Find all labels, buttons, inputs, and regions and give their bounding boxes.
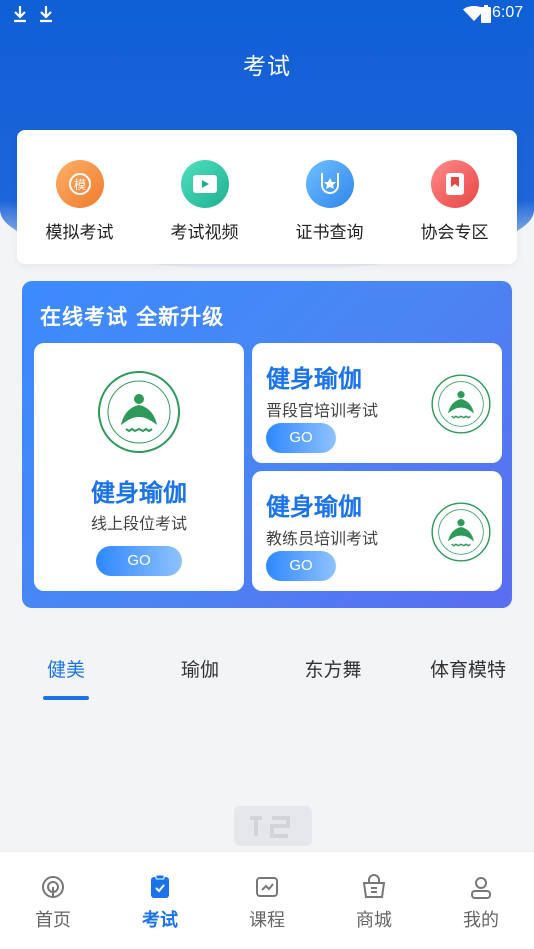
nav-item-shop[interactable]: 商城: [334, 874, 414, 932]
shop-icon: [361, 874, 387, 900]
category-tabs: 健美 瑜伽 东方舞 体育模特: [0, 645, 534, 705]
certificate-icon: [305, 160, 354, 208]
association-logo: [96, 369, 182, 455]
association-logo: [430, 501, 492, 563]
go-button[interactable]: GO: [266, 423, 336, 453]
exam-card-grade-officer[interactable]: 健身瑜伽 晋段官培训考试 GO: [252, 343, 502, 463]
exam-card-subtitle: 晋段官培训考试: [266, 401, 379, 420]
nav-item-course[interactable]: 课程: [227, 874, 307, 932]
tab-sports-model[interactable]: 体育模特: [420, 655, 516, 682]
quick-item-label: 模拟考试: [45, 223, 114, 243]
quick-item-mock-exam[interactable]: 模 模拟考试: [17, 160, 142, 243]
exam-card-subtitle: 教练员培训考试: [266, 529, 379, 548]
nav-item-home[interactable]: 首页: [13, 874, 93, 932]
page-title: 考试: [243, 54, 291, 80]
nav-label: 课程: [249, 910, 285, 931]
nav-label: 我的: [463, 910, 499, 931]
nav-item-profile[interactable]: 我的: [441, 874, 521, 932]
banner-title: 在线考试 全新升级: [40, 305, 225, 329]
quick-item-label: 考试视频: [170, 223, 239, 243]
quick-item-exam-video[interactable]: 考试视频: [142, 160, 267, 243]
online-exam-banner: 在线考试 全新升级 健身瑜伽 线上段位考试 GO 健身瑜伽 晋段官培训考试 GO: [22, 281, 512, 608]
exam-card-subtitle: 线上段位考试: [90, 514, 187, 533]
quick-item-association[interactable]: 协会专区: [392, 160, 517, 243]
nav-label: 首页: [35, 910, 71, 931]
tab-yoga[interactable]: 瑜伽: [170, 655, 230, 682]
tab-fitness[interactable]: 健美: [36, 655, 96, 682]
quick-menu-card: 模 模拟考试 考试视频 证书查询 协会专区: [17, 130, 517, 264]
exam-card-coach[interactable]: 健身瑜伽 教练员培训考试 GO: [252, 471, 502, 591]
mock-exam-icon: 模: [55, 160, 104, 208]
video-play-icon: [180, 160, 229, 208]
empty-placeholder-icon: [230, 800, 316, 850]
nav-label: 考试: [142, 910, 178, 931]
course-icon: [254, 874, 280, 900]
battery-icon: [481, 5, 491, 23]
association-logo: [430, 373, 492, 435]
go-button[interactable]: GO: [266, 551, 336, 581]
exam-card-title: 健身瑜伽: [266, 493, 362, 521]
exam-card-online-grade[interactable]: 健身瑜伽 线上段位考试 GO: [34, 343, 244, 591]
tab-oriental-dance[interactable]: 东方舞: [293, 655, 373, 682]
exam-card-title: 健身瑜伽: [91, 479, 187, 507]
quick-item-label: 协会专区: [420, 223, 489, 243]
go-button[interactable]: GO: [96, 546, 182, 576]
svg-text:模: 模: [73, 178, 85, 192]
exam-icon: [147, 874, 173, 900]
status-bar: 6:07: [0, 0, 534, 30]
nav-label: 商城: [356, 910, 392, 931]
quick-item-label: 证书查询: [295, 223, 364, 243]
download-icon: [38, 4, 54, 24]
quick-item-certificate[interactable]: 证书查询: [267, 160, 392, 243]
nav-item-exam[interactable]: 考试: [120, 874, 200, 932]
bookmark-icon: [430, 160, 479, 208]
tab-active-indicator: [43, 696, 89, 700]
home-icon: [40, 874, 66, 900]
status-time: 6:07: [492, 4, 524, 21]
bottom-nav: 首页 考试 课程 商城 我的: [0, 851, 534, 949]
download-icon: [12, 4, 28, 24]
exam-card-title: 健身瑜伽: [266, 365, 362, 393]
profile-icon: [468, 874, 494, 900]
